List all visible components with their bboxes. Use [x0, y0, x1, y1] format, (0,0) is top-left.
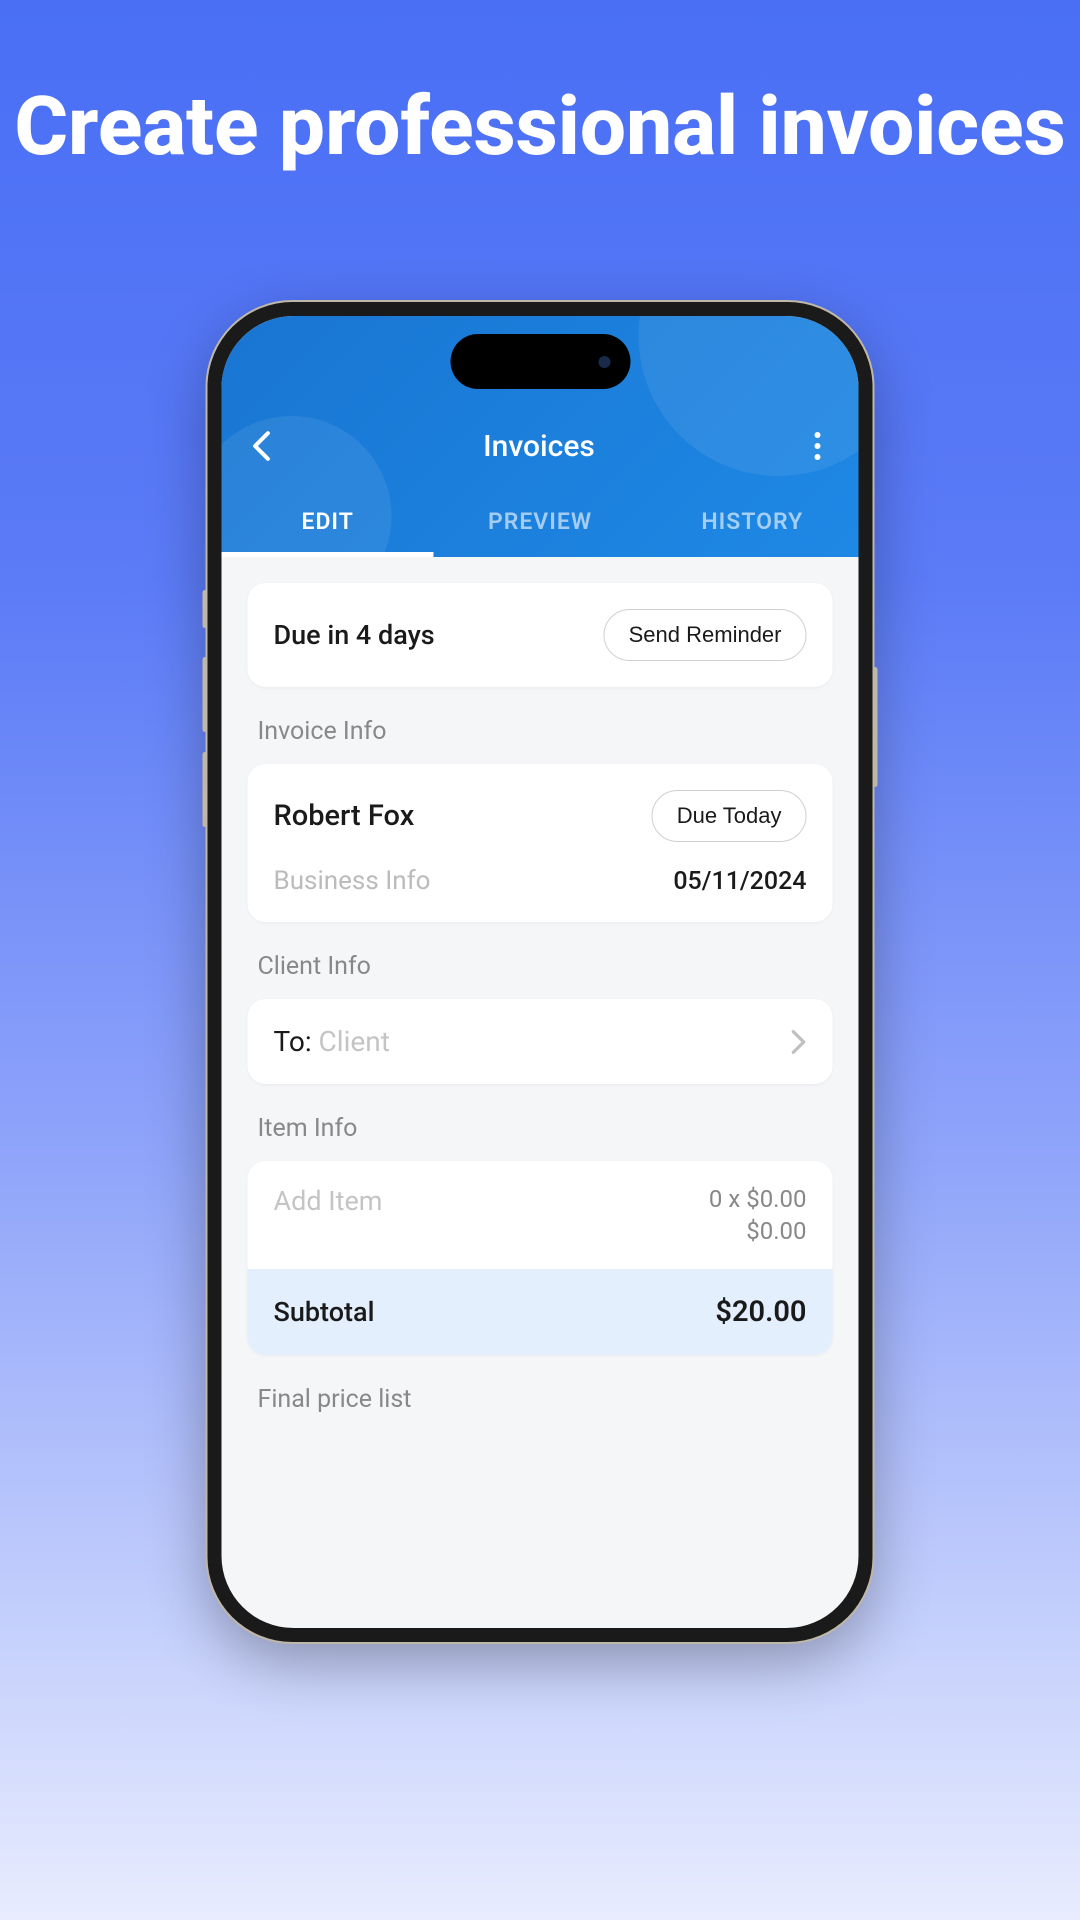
more-vertical-icon	[814, 443, 820, 449]
subtotal-label: Subtotal	[274, 1296, 375, 1328]
add-item-label: Add Item	[274, 1185, 383, 1245]
tab-edit[interactable]: EDIT	[222, 486, 434, 557]
more-vertical-icon	[814, 432, 820, 438]
subtotal-row: Subtotal $20.00	[248, 1269, 833, 1355]
invoice-info-card: Robert Fox Due Today Business Info 05/11…	[248, 764, 833, 922]
client-row[interactable]: To: Client	[248, 999, 833, 1084]
section-label-item-info: Item Info	[248, 1084, 833, 1161]
item-amount-block: 0 x $0.00 $0.00	[709, 1185, 807, 1245]
chevron-left-icon	[252, 430, 272, 462]
tab-preview[interactable]: PREVIEW	[434, 486, 646, 557]
back-button[interactable]	[252, 430, 272, 462]
more-vertical-icon	[814, 454, 820, 460]
tab-history[interactable]: HISTORY	[646, 486, 858, 557]
marketing-headline: Create professional invoices	[0, 0, 1080, 174]
phone-frame: Invoices EDIT PREVIEW HISTORY Due in 4 d…	[208, 302, 873, 1642]
business-info-link[interactable]: Business Info	[274, 866, 431, 896]
section-label-client-info: Client Info	[248, 922, 833, 999]
invoice-client-name: Robert Fox	[274, 799, 415, 833]
phone-side-button	[203, 657, 208, 732]
dynamic-island	[450, 334, 630, 389]
add-item-row[interactable]: Add Item 0 x $0.00 $0.00	[248, 1161, 833, 1269]
due-today-badge[interactable]: Due Today	[652, 790, 807, 842]
phone-side-button	[203, 752, 208, 827]
due-status-text: Due in 4 days	[274, 619, 435, 651]
phone-side-button	[873, 667, 878, 787]
section-label-final-price: Final price list	[248, 1355, 833, 1432]
content-area: Due in 4 days Send Reminder Invoice Info…	[222, 557, 859, 1458]
subtotal-value: $20.00	[715, 1295, 806, 1329]
header-bar: Invoices	[222, 406, 859, 486]
to-prefix: To:	[274, 1025, 312, 1058]
item-card: Add Item 0 x $0.00 $0.00 Subtotal $20.00	[248, 1161, 833, 1355]
more-button[interactable]	[806, 424, 828, 468]
item-price: $0.00	[709, 1217, 807, 1245]
item-quantity: 0 x $0.00	[709, 1185, 807, 1213]
invoice-date: 05/11/2024	[673, 867, 806, 896]
page-title: Invoices	[483, 429, 595, 464]
due-status-card: Due in 4 days Send Reminder	[248, 583, 833, 687]
phone-side-button	[203, 590, 208, 628]
send-reminder-button[interactable]: Send Reminder	[604, 609, 807, 661]
client-placeholder: Client	[312, 1025, 390, 1058]
phone-screen: Invoices EDIT PREVIEW HISTORY Due in 4 d…	[222, 316, 859, 1628]
client-to-label: To: Client	[274, 1025, 390, 1058]
chevron-right-icon	[791, 1029, 807, 1055]
section-label-invoice-info: Invoice Info	[248, 687, 833, 764]
tab-bar: EDIT PREVIEW HISTORY	[222, 486, 859, 557]
